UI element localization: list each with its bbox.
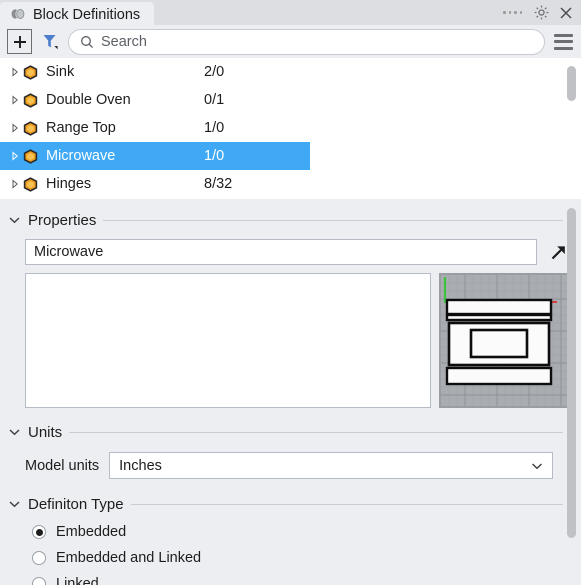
definition-type-section-header: Definiton Type (0, 493, 581, 515)
definition-type-label: Linked (56, 576, 99, 585)
block-definition-icon (22, 176, 39, 193)
chevron-down-icon[interactable] (8, 500, 21, 508)
block-definition-icon (22, 120, 39, 137)
block-list-row[interactable]: Hinges 8/32 (0, 170, 310, 198)
block-name-label: Double Oven (46, 92, 131, 108)
diagonal-arrow-icon (548, 242, 569, 263)
block-name-label: Sink (46, 64, 75, 80)
model-units-select[interactable]: Inches (109, 452, 553, 479)
block-description-input[interactable] (25, 273, 431, 408)
model-units-label: Model units (25, 457, 100, 474)
block-name-input[interactable] (34, 244, 528, 260)
definition-type-label: Embedded and Linked (56, 550, 202, 566)
filter-button[interactable] (39, 30, 61, 54)
block-definitions-panel: Block Definitions Search Sink 2/0 Double… (0, 0, 581, 585)
triangle-right-icon[interactable] (8, 123, 22, 133)
section-divider (103, 219, 563, 221)
block-list-row[interactable]: Microwave 1/0 (0, 142, 310, 170)
list-scrollbar-thumb[interactable] (567, 66, 576, 101)
toolbar (0, 25, 581, 58)
radio-button[interactable] (32, 577, 46, 585)
block-definition-icon (22, 148, 39, 165)
block-name-label: Microwave (46, 148, 116, 164)
block-definition-icon (22, 92, 39, 109)
block-usage-count: 1/0 (204, 120, 225, 136)
units-section-header: Units (0, 421, 581, 443)
block-name-row (0, 231, 581, 265)
tab-label: Block Definitions (33, 6, 141, 23)
properties-section-title: Properties (28, 211, 97, 229)
block-name-label: Hinges (46, 176, 92, 192)
add-block-button[interactable] (7, 29, 32, 54)
definition-type-section-title: Definiton Type (28, 495, 124, 513)
triangle-right-icon[interactable] (8, 179, 22, 189)
block-list-row[interactable]: Sink 2/0 (0, 58, 310, 86)
titlebar-actions (503, 0, 581, 25)
definition-type-option[interactable]: Embedded and Linked (0, 545, 581, 571)
section-divider (130, 503, 563, 505)
block-usage-count: 0/1 (204, 92, 225, 108)
model-units-row: Model units Inches (0, 443, 581, 479)
properties-section-header: Properties (0, 209, 581, 231)
titlebar-spacer (154, 0, 503, 25)
radio-button[interactable] (32, 525, 46, 539)
chevron-down-icon[interactable] (8, 428, 21, 436)
filter-funnel-icon (41, 32, 59, 51)
block-definition-icon (22, 64, 39, 81)
definition-type-label: Embedded (56, 524, 127, 540)
blocks-icon (10, 8, 26, 22)
radio-button[interactable] (32, 551, 46, 565)
search-field[interactable] (68, 28, 545, 55)
triangle-right-icon[interactable] (8, 151, 22, 161)
block-name-field[interactable] (25, 239, 537, 265)
model-units-value: Inches (119, 457, 162, 474)
block-usage-count: 1/0 (204, 148, 225, 164)
block-usage-count: 2/0 (204, 64, 225, 80)
section-divider (69, 431, 563, 433)
tab-block-definitions[interactable]: Block Definitions (0, 2, 155, 27)
description-row (0, 265, 581, 408)
close-icon[interactable] (559, 6, 573, 20)
block-list-row[interactable]: Double Oven 0/1 (0, 86, 310, 114)
drag-handle-dots-icon[interactable] (503, 11, 524, 14)
hamburger-menu-icon[interactable] (552, 29, 575, 55)
definition-type-option[interactable]: Linked (0, 571, 581, 585)
search-icon (80, 35, 94, 49)
units-section-title: Units (28, 423, 63, 441)
block-definitions-list: Sink 2/0 Double Oven 0/1 Range Top 1/0 Micr… (0, 58, 581, 199)
chevron-down-icon (531, 462, 543, 470)
search-input[interactable] (101, 33, 534, 50)
block-usage-count: 8/32 (204, 176, 233, 192)
titlebar: Block Definitions (0, 0, 581, 27)
triangle-right-icon[interactable] (8, 67, 22, 77)
definition-type-option[interactable]: Embedded (0, 519, 581, 545)
properties-scrollbar-thumb[interactable] (567, 208, 576, 538)
chevron-down-icon[interactable] (8, 216, 21, 224)
block-name-label: Range Top (46, 120, 116, 136)
gear-icon[interactable] (533, 4, 550, 21)
block-preview-thumbnail[interactable] (439, 273, 571, 408)
triangle-right-icon[interactable] (8, 95, 22, 105)
block-list-row[interactable]: Range Top 1/0 (0, 114, 310, 142)
properties-pane: Properties Microwave Units Model units I… (0, 199, 581, 585)
plus-icon (12, 34, 28, 50)
